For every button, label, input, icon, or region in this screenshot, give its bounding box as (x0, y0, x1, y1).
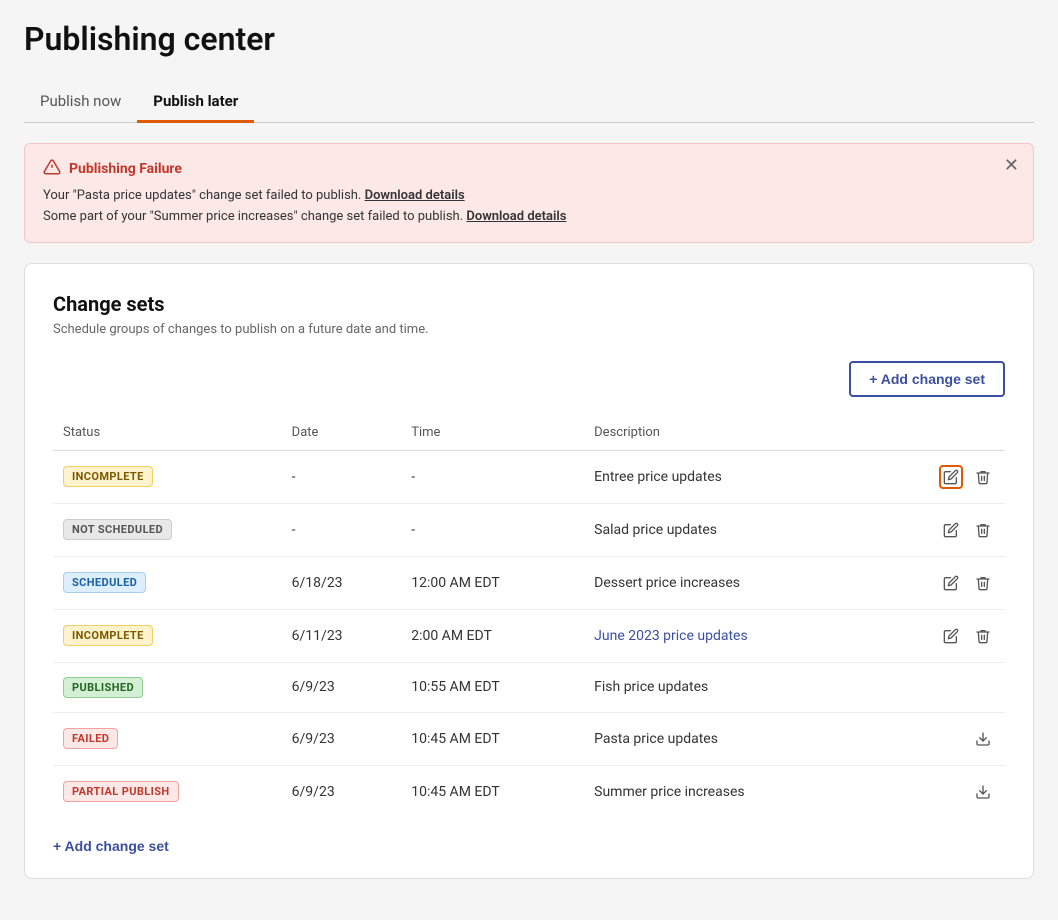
edit-button[interactable] (939, 518, 963, 542)
alert-body: Your "Pasta price updates" change set fa… (43, 186, 1015, 228)
download-details-link-2[interactable]: Download details (466, 209, 566, 224)
table-row: FAILED 6/9/2310:45 AM EDTPasta price upda… (53, 712, 1005, 765)
status-badge: SCHEDULED (63, 572, 146, 593)
cell-time: - (401, 450, 584, 503)
alert-title: Publishing Failure (69, 161, 182, 177)
delete-button[interactable] (971, 624, 995, 648)
col-time: Time (401, 417, 584, 451)
alert-line1: Your "Pasta price updates" change set fa… (43, 186, 1015, 207)
alert-line2: Some part of your "Summer price increase… (43, 207, 1015, 228)
cell-date: 6/9/23 (282, 765, 402, 818)
card-header-row: + Add change set (53, 361, 1005, 397)
col-date: Date (282, 417, 402, 451)
cell-time: 10:45 AM EDT (401, 765, 584, 818)
col-description: Description (584, 417, 877, 451)
status-badge: PARTIAL PUBLISH (63, 781, 179, 802)
delete-button[interactable] (971, 571, 995, 595)
edit-button[interactable] (939, 465, 963, 489)
cell-description: Salad price updates (584, 503, 877, 556)
cell-actions (877, 503, 1005, 556)
tab-publish-later[interactable]: Publish later (137, 82, 254, 123)
change-sets-table: Status Date Time Description INCOMPLETE -… (53, 417, 1005, 818)
status-badge: INCOMPLETE (63, 466, 153, 487)
status-badge: INCOMPLETE (63, 625, 153, 646)
cell-date: 6/11/23 (282, 609, 402, 662)
status-badge: PUBLISHED (63, 677, 143, 698)
table-row: INCOMPLETE--Entree price updates (53, 450, 1005, 503)
status-badge: FAILED (63, 728, 118, 749)
add-change-set-button-bottom[interactable]: + Add change set (53, 838, 169, 854)
cell-actions (877, 712, 1005, 765)
cell-description: Pasta price updates (584, 712, 877, 765)
cell-description: Entree price updates (584, 450, 877, 503)
alert-close-button[interactable]: ✕ (1004, 156, 1019, 174)
table-row: SCHEDULED 6/18/2312:00 AM EDTDessert pric… (53, 556, 1005, 609)
col-actions (877, 417, 1005, 451)
warning-icon (43, 158, 61, 180)
cell-description: Summer price increases (584, 765, 877, 818)
cell-actions (877, 765, 1005, 818)
delete-button[interactable] (971, 518, 995, 542)
cell-date: - (282, 503, 402, 556)
card-subtitle: Schedule groups of changes to publish on… (53, 322, 1005, 337)
tab-publish-now[interactable]: Publish now (24, 82, 137, 123)
delete-button[interactable] (971, 465, 995, 489)
table-row: INCOMPLETE 6/11/232:00 AM EDT June 2023 pr… (53, 609, 1005, 662)
download-details-link-1[interactable]: Download details (365, 188, 465, 203)
card-title: Change sets (53, 292, 1005, 316)
cell-date: 6/9/23 (282, 712, 402, 765)
page-container: Publishing center Publish now Publish la… (0, 0, 1058, 920)
col-status: Status (53, 417, 282, 451)
edit-button[interactable] (939, 571, 963, 595)
tabs-bar: Publish now Publish later (24, 82, 1034, 123)
table-row: PARTIAL PUBLISH 6/9/2310:45 AM EDTSummer … (53, 765, 1005, 818)
cell-description: June 2023 price updates (584, 609, 877, 662)
cell-actions (877, 556, 1005, 609)
edit-button[interactable] (939, 624, 963, 648)
cell-actions (877, 609, 1005, 662)
table-row: PUBLISHED 6/9/2310:55 AM EDTFish price up… (53, 662, 1005, 712)
download-button[interactable] (971, 780, 995, 804)
cell-description: Dessert price increases (584, 556, 877, 609)
page-title: Publishing center (24, 20, 1034, 58)
table-header-row: Status Date Time Description (53, 417, 1005, 451)
cell-date: 6/9/23 (282, 662, 402, 712)
add-change-set-button-top[interactable]: + Add change set (849, 361, 1005, 397)
table-row: NOT SCHEDULED--Salad price updates (53, 503, 1005, 556)
cell-time: 10:55 AM EDT (401, 662, 584, 712)
cell-time: 2:00 AM EDT (401, 609, 584, 662)
download-button[interactable] (971, 727, 995, 751)
cell-date: - (282, 450, 402, 503)
cell-actions (877, 450, 1005, 503)
cell-description: Fish price updates (584, 662, 877, 712)
description-link[interactable]: June 2023 price updates (594, 628, 748, 644)
cell-time: 12:00 AM EDT (401, 556, 584, 609)
alert-header: Publishing Failure (43, 158, 1015, 180)
cell-actions (877, 662, 1005, 712)
status-badge: NOT SCHEDULED (63, 519, 172, 540)
change-sets-card: Change sets Schedule groups of changes t… (24, 263, 1034, 879)
cell-time: 10:45 AM EDT (401, 712, 584, 765)
cell-time: - (401, 503, 584, 556)
cell-date: 6/18/23 (282, 556, 402, 609)
alert-banner: Publishing Failure Your "Pasta price upd… (24, 143, 1034, 243)
